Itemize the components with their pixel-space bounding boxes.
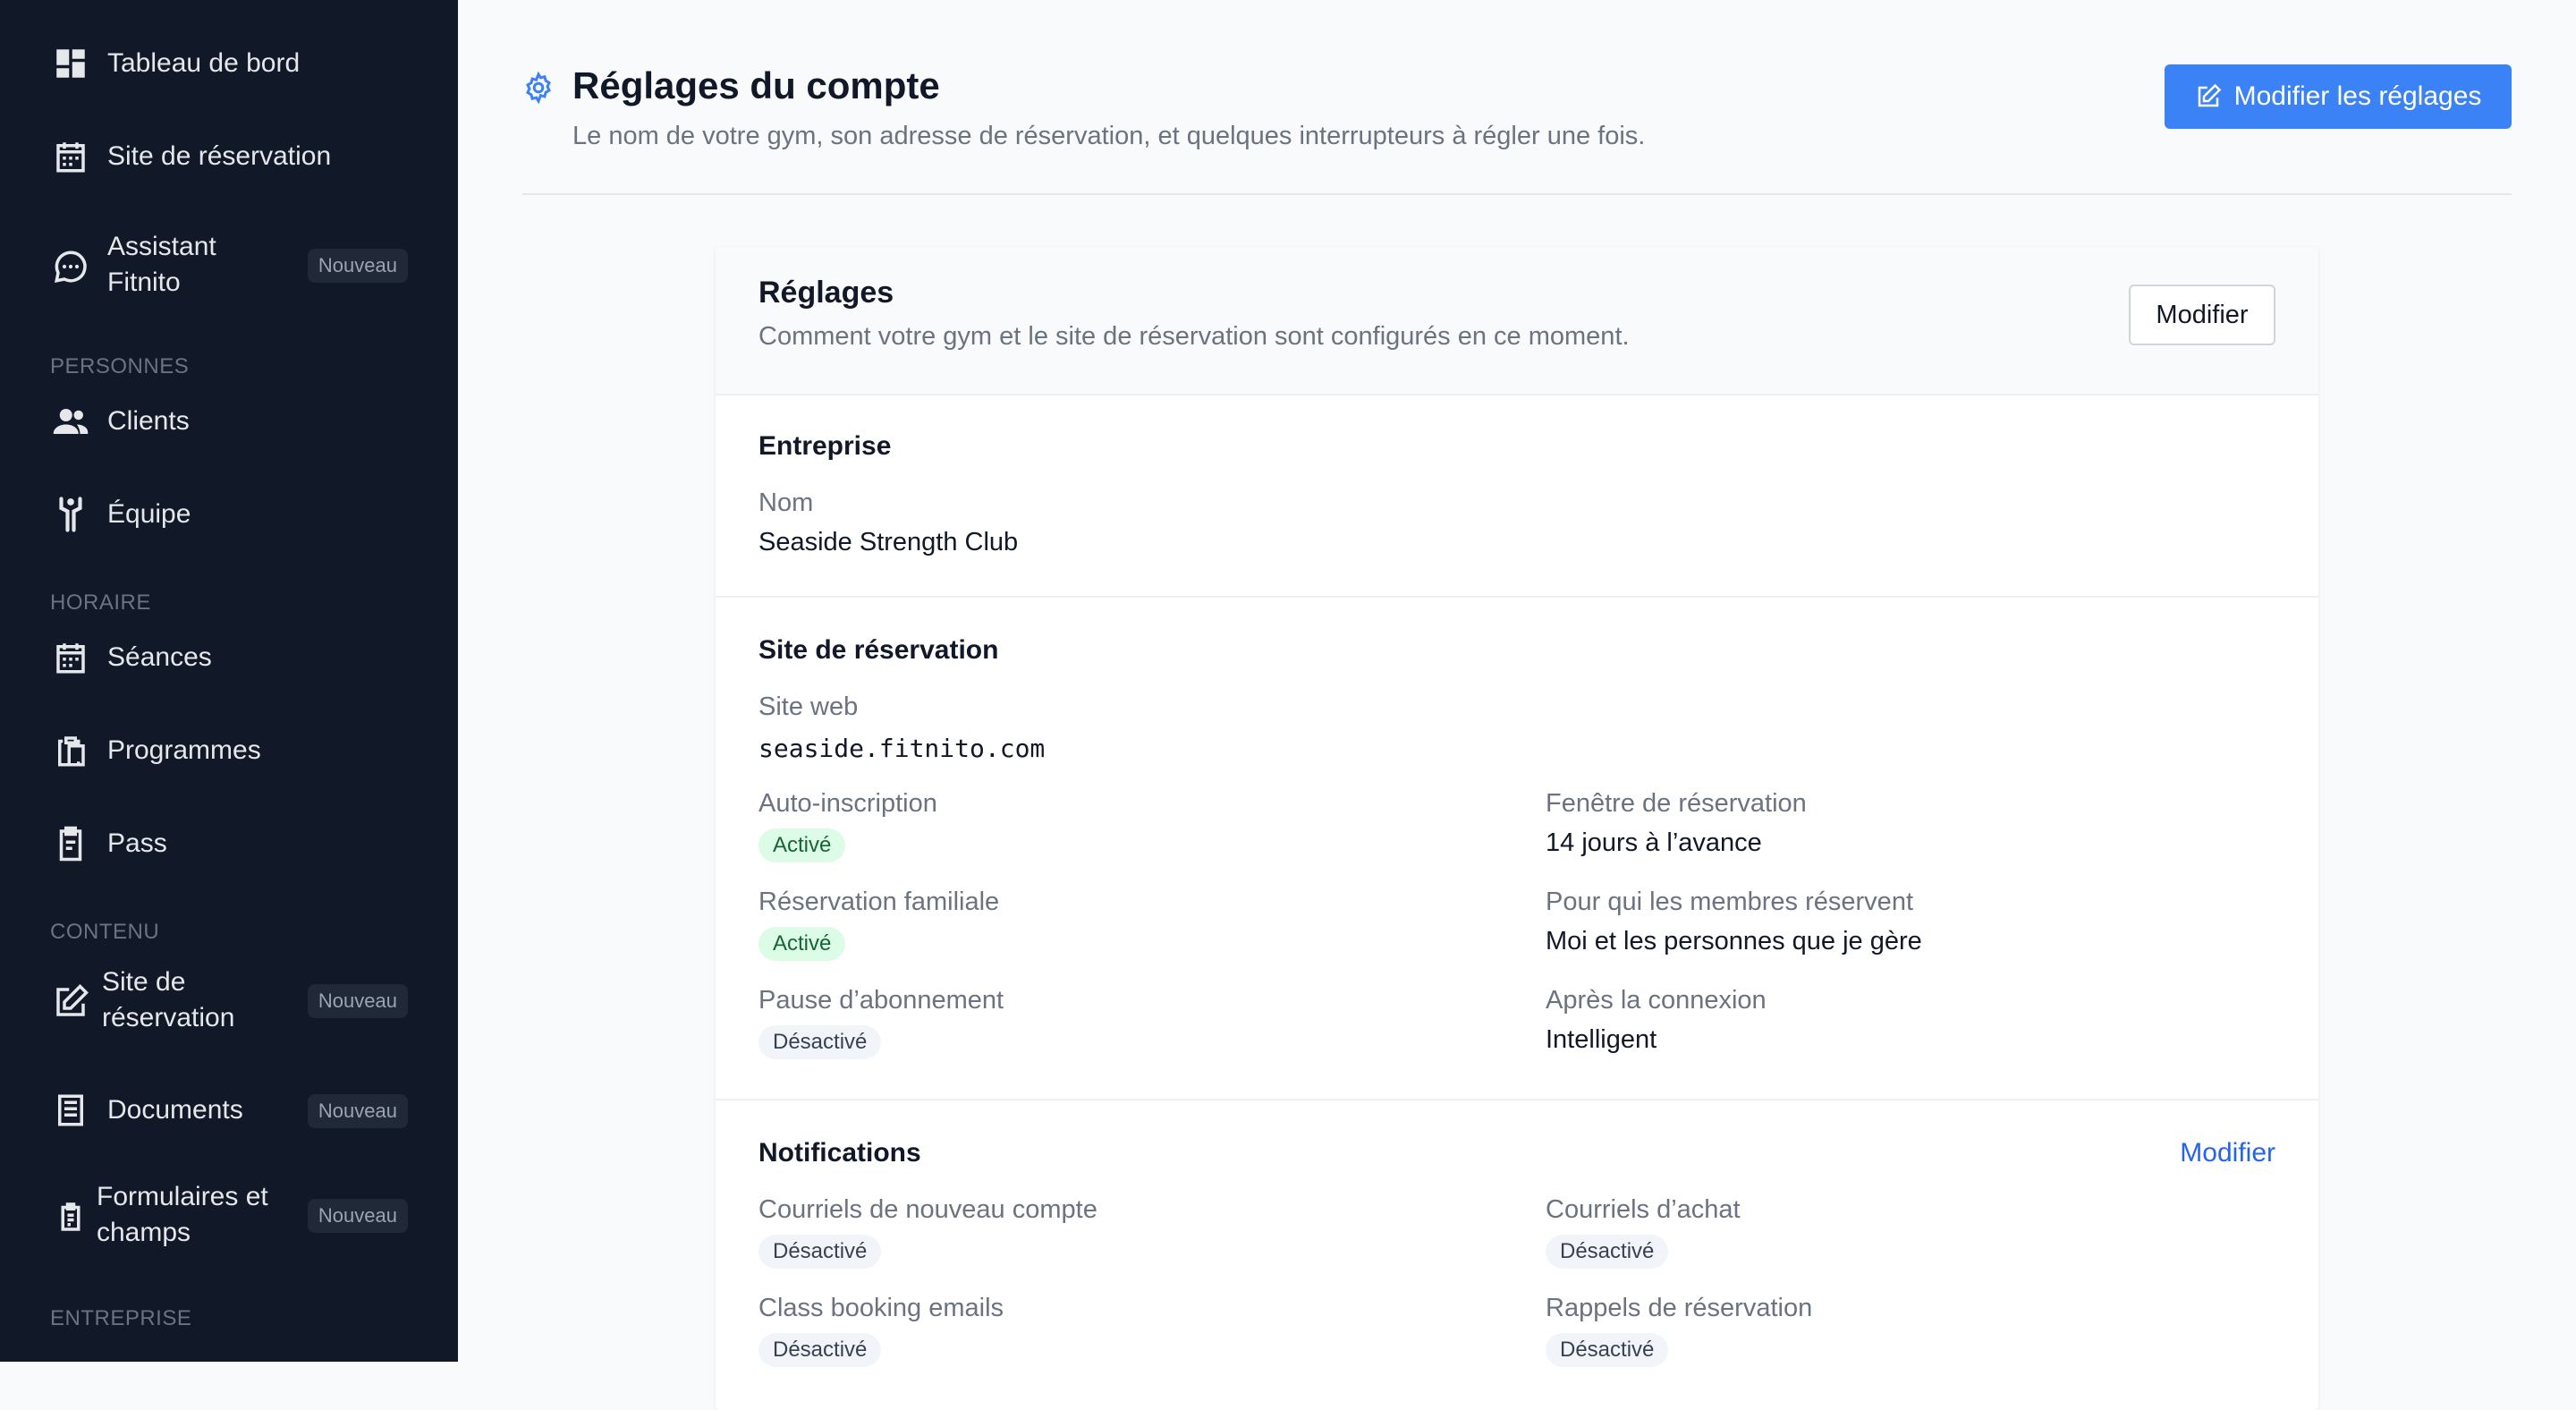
sidebar-item-label: Formulaires et champs <box>97 1182 268 1247</box>
sidebar-item-booking-site-content[interactable]: Site de réservation Nouveau <box>0 964 458 1040</box>
members-book-for-label: Pour qui les membres réservent <box>1546 888 1913 916</box>
dashboard-icon <box>52 45 89 82</box>
name-label: Nom <box>758 488 814 517</box>
sidebar-item-label: Documents <box>107 1095 243 1125</box>
new-account-label: Courriels de nouveau compte <box>758 1195 1097 1224</box>
section-title: Entreprise <box>758 431 892 461</box>
person-arms-up-icon <box>52 496 89 533</box>
header-divider <box>522 193 2512 195</box>
booking-window-value: 14 jours à l’avance <box>1546 828 1762 857</box>
sidebar-item-forms[interactable]: Formulaires et champs Nouveau <box>0 1179 458 1254</box>
gear-icon <box>522 71 555 105</box>
edit-icon <box>2195 83 2222 110</box>
section-title: Site de réservation <box>758 635 999 665</box>
website-value: seaside.fitnito.com <box>758 734 1046 763</box>
status-badge: Désactivé <box>758 1235 882 1269</box>
after-login-label: Après la connexion <box>1546 986 1767 1015</box>
edit-settings-label: Modifier les réglages <box>2233 81 2482 111</box>
after-login-value: Intelligent <box>1546 1025 1657 1054</box>
edit-icon <box>52 983 89 1021</box>
sidebar-item-label: Équipe <box>107 499 191 529</box>
app-root: Tableau de bord Site de réservation Assi… <box>0 0 2576 1410</box>
status-badge: Désactivé <box>758 1025 882 1059</box>
new-badge: Nouveau <box>307 1199 408 1233</box>
section-title-people: PERSONNES <box>50 354 190 378</box>
booking-window-label: Fenêtre de réservation <box>1546 789 1807 818</box>
website-label: Site web <box>758 692 859 721</box>
pause-label: Pause d’abonnement <box>758 986 1004 1015</box>
name-value: Seaside Strength Club <box>758 528 1019 556</box>
new-badge: Nouveau <box>307 249 408 283</box>
status-badge: Désactivé <box>1546 1333 1669 1367</box>
sidebar-item-label: Site de réservation <box>107 141 332 171</box>
sidebar-item-sessions[interactable]: Séances <box>0 639 458 676</box>
calendar-icon <box>52 639 89 676</box>
sidebar: Tableau de bord Site de réservation Assi… <box>0 0 458 1362</box>
document-icon <box>52 1091 89 1129</box>
status-badge: Désactivé <box>1546 1235 1669 1269</box>
status-badge: Désactivé <box>758 1333 882 1367</box>
section-title-business: ENTREPRISE <box>50 1306 192 1330</box>
users-icon <box>52 403 89 440</box>
sidebar-item-assistant[interactable]: Assistant Fitnito Nouveau <box>0 229 458 304</box>
reminders-label: Rappels de réservation <box>1546 1294 1813 1322</box>
section-title-schedule: HORAIRE <box>50 590 151 615</box>
form-icon <box>52 1198 89 1236</box>
section-title: Notifications <box>758 1138 921 1168</box>
card-description: Comment votre gym et le site de réservat… <box>758 322 1630 351</box>
section-title-content: CONTENU <box>50 920 160 944</box>
clipboard-list-icon <box>52 825 89 862</box>
sidebar-item-label: Programmes <box>107 735 261 765</box>
calendar-icon <box>52 138 89 175</box>
family-booking-label: Réservation familiale <box>758 888 1000 916</box>
class-booking-label: Class booking emails <box>758 1294 1004 1322</box>
status-badge: Activé <box>758 828 846 862</box>
members-book-for-value: Moi et les personnes que je gère <box>1546 927 1922 956</box>
status-badge: Activé <box>758 927 846 961</box>
sidebar-item-clients[interactable]: Clients <box>0 403 458 440</box>
notifications-section: Notifications Modifier Courriels de nouv… <box>716 1100 2318 1410</box>
sidebar-item-label: Séances <box>107 642 212 672</box>
edit-settings-button[interactable]: Modifier les réglages <box>2165 64 2512 129</box>
self-signup-label: Auto-inscription <box>758 789 937 818</box>
edit-button[interactable]: Modifier <box>2129 285 2275 345</box>
sidebar-item-dashboard[interactable]: Tableau de bord <box>0 45 458 82</box>
sidebar-item-label: Site de réservation <box>102 967 235 1032</box>
purchase-label: Courriels d’achat <box>1546 1195 1741 1224</box>
settings-card: Réglages Comment votre gym et le site de… <box>716 247 2318 1410</box>
new-badge: Nouveau <box>307 984 408 1018</box>
business-section: Entreprise Nom Seaside Strength Club <box>716 394 2318 598</box>
page-subtitle: Le nom de votre gym, son adresse de rése… <box>572 122 1646 150</box>
sidebar-item-documents[interactable]: Documents Nouveau <box>0 1091 458 1129</box>
sidebar-item-label: Tableau de bord <box>107 48 301 78</box>
page-title: Réglages du compte <box>572 64 940 106</box>
sidebar-item-label: Assistant Fitnito <box>107 232 216 297</box>
sidebar-item-programs[interactable]: Programmes <box>0 732 458 769</box>
card-title: Réglages <box>758 276 894 310</box>
new-badge: Nouveau <box>307 1094 408 1128</box>
sidebar-item-team[interactable]: Équipe <box>0 496 458 533</box>
clipboard-icon <box>52 732 89 769</box>
sidebar-item-booking-site[interactable]: Site de réservation <box>0 138 458 175</box>
chat-icon <box>52 248 89 285</box>
sidebar-item-pass[interactable]: Pass <box>0 825 458 862</box>
sidebar-item-label: Clients <box>107 406 190 436</box>
sidebar-item-label: Pass <box>107 828 167 858</box>
card-header: Réglages Comment votre gym et le site de… <box>716 247 2318 395</box>
booking-site-section: Site de réservation Site web seaside.fit… <box>716 598 2318 1100</box>
edit-notifications-link[interactable]: Modifier <box>2180 1138 2275 1168</box>
